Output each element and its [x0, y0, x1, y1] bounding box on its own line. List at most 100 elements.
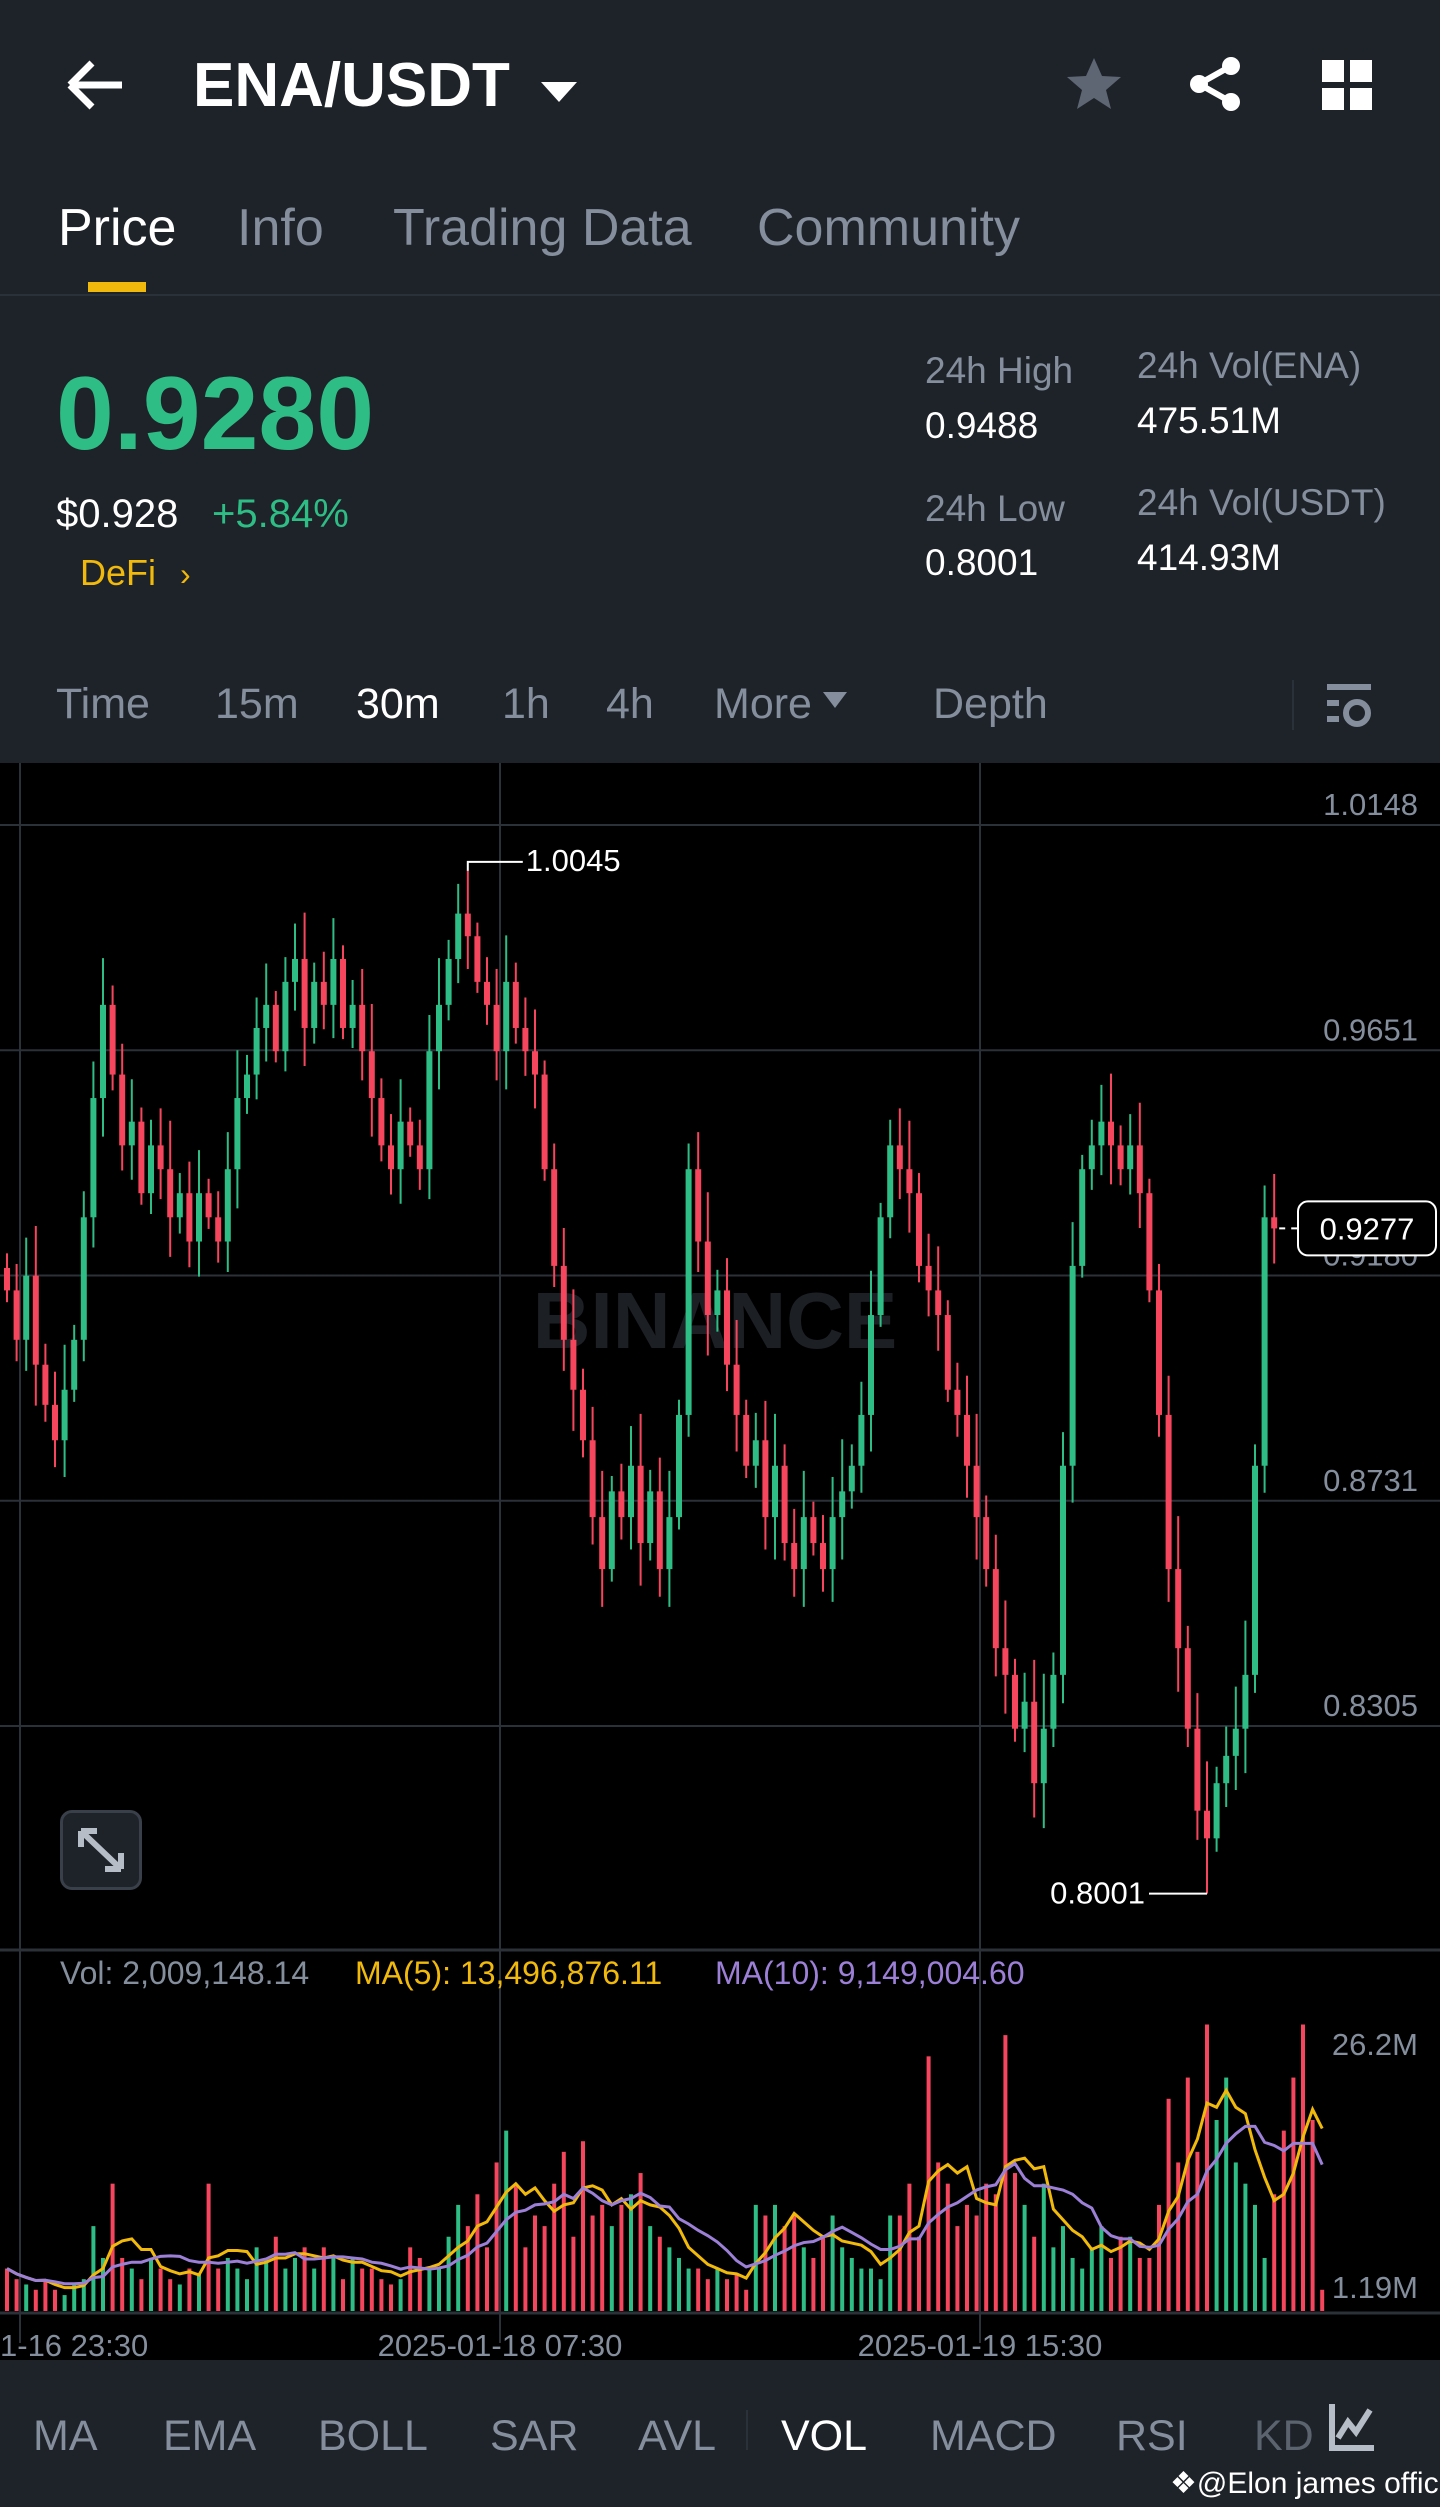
volume-bar — [725, 2279, 729, 2311]
indicator-vol[interactable]: VOL — [781, 2412, 867, 2461]
volume-bar — [590, 2215, 595, 2311]
volume-bar — [1128, 2236, 1133, 2311]
volume-bar — [1272, 2194, 1277, 2311]
indicator-boll[interactable]: BOLL — [318, 2412, 428, 2461]
volume-bar — [705, 2279, 710, 2311]
volume-bar — [1281, 2130, 1286, 2311]
interval-4h[interactable]: 4h — [606, 680, 654, 729]
indicator-kd[interactable]: KD — [1254, 2412, 1314, 2461]
volume-bar — [1109, 2257, 1113, 2311]
candle-body — [733, 1364, 740, 1415]
candle-body — [560, 1265, 567, 1340]
volume-bar — [177, 2284, 182, 2311]
volume-bar — [437, 2268, 441, 2311]
favorite-button[interactable] — [1064, 54, 1124, 119]
volume-bar — [33, 2289, 38, 2311]
volume-bar — [1032, 2236, 1037, 2311]
volume-bar — [360, 2268, 365, 2311]
volume-bar — [1089, 2247, 1094, 2311]
candle-body — [311, 981, 318, 1028]
volume-bar — [427, 2268, 432, 2311]
volume-bar — [1214, 2120, 1219, 2311]
volume-bar — [965, 2204, 969, 2311]
indicator-ema[interactable]: EMA — [163, 2412, 256, 2461]
volume-bar — [811, 2257, 816, 2311]
volume-bar — [1080, 2268, 1085, 2311]
indicator-ma[interactable]: MA — [33, 2412, 98, 2461]
indicator-settings-button[interactable] — [1328, 2402, 1376, 2457]
candle-body — [704, 1241, 711, 1316]
tab-price[interactable]: Price — [58, 198, 176, 258]
volume-bar — [1320, 2289, 1325, 2311]
volume-bar — [379, 2279, 384, 2311]
tab-trading-data[interactable]: Trading Data — [393, 198, 692, 258]
low-price-label: 0.8001 — [1050, 1876, 1145, 1911]
volume-bar — [773, 2204, 777, 2311]
volume-bar — [312, 2268, 317, 2311]
indicator-avl[interactable]: AVL — [638, 2412, 716, 2461]
volume-bar — [955, 2226, 960, 2311]
interval-depth[interactable]: Depth — [933, 680, 1048, 729]
volume-bar — [619, 2204, 624, 2311]
candle-body — [119, 1074, 126, 1146]
candle-body — [244, 1074, 250, 1099]
interval-time[interactable]: Time — [56, 680, 150, 729]
back-button[interactable] — [62, 55, 128, 115]
price-change: +5.84% — [212, 492, 349, 536]
price-axis-label: 0.9651 — [1323, 1012, 1418, 1047]
volume-bar — [273, 2236, 278, 2311]
volume-bar — [523, 2247, 528, 2311]
candle-body — [340, 958, 346, 1028]
candle-body — [503, 981, 510, 1052]
volume-bar — [513, 2183, 518, 2311]
volume-bar — [542, 2226, 547, 2311]
indicator-sar[interactable]: SAR — [490, 2412, 578, 2461]
volume-bar — [283, 2268, 288, 2311]
chart-settings-button[interactable] — [1325, 682, 1373, 735]
volume-bar — [677, 2257, 681, 2311]
interval-more[interactable]: More — [714, 680, 848, 729]
candle-body — [532, 1051, 538, 1075]
candle-body — [628, 1465, 634, 1518]
candle-body — [1079, 1169, 1086, 1266]
interval-1h[interactable]: 1h — [502, 680, 550, 729]
candle-body — [301, 958, 308, 1028]
candle-body — [791, 1543, 798, 1570]
volume-bar — [206, 2183, 211, 2311]
candle-body — [1088, 1145, 1095, 1170]
fullscreen-button[interactable] — [60, 1810, 142, 1890]
indicator-rsi[interactable]: RSI — [1116, 2412, 1188, 2461]
volume-bar — [849, 2257, 854, 2311]
candle-body — [877, 1217, 884, 1316]
candle-body — [1242, 1674, 1249, 1729]
caret-down-icon — [822, 692, 847, 708]
candle-body — [954, 1389, 961, 1415]
indicator-macd[interactable]: MACD — [930, 2412, 1057, 2461]
volume-bar — [869, 2268, 873, 2311]
interval-15m[interactable]: 15m — [215, 680, 299, 729]
candle-body — [292, 958, 298, 982]
interval-30m[interactable]: 30m — [356, 680, 440, 729]
candle-body — [320, 981, 327, 1005]
volume-bar — [609, 2226, 614, 2311]
candle-body — [167, 1169, 174, 1218]
candle-body — [1204, 1810, 1210, 1839]
tab-community[interactable]: Community — [757, 198, 1020, 258]
candle-body — [1165, 1414, 1172, 1570]
tab-info[interactable]: Info — [237, 198, 324, 258]
layout-button[interactable] — [1320, 58, 1374, 117]
volume-bar — [936, 2162, 941, 2311]
candle-body — [820, 1543, 826, 1570]
volume-bar — [917, 2236, 921, 2311]
volume-bar — [350, 2257, 355, 2311]
kline-chart[interactable]: BINANCE1.01480.96510.91800.87310.83051.0… — [0, 763, 1440, 2363]
sector-link[interactable]: DeFi › — [80, 552, 191, 594]
candle-body — [90, 1098, 97, 1218]
volume-bar — [888, 2215, 893, 2311]
candle-body — [484, 981, 490, 1005]
pair-title[interactable]: ENA/USDT — [193, 50, 579, 121]
last-price: 0.9280 — [56, 356, 375, 472]
candle-body — [455, 913, 462, 959]
share-button[interactable] — [1185, 54, 1245, 119]
candle-body — [493, 1004, 500, 1052]
